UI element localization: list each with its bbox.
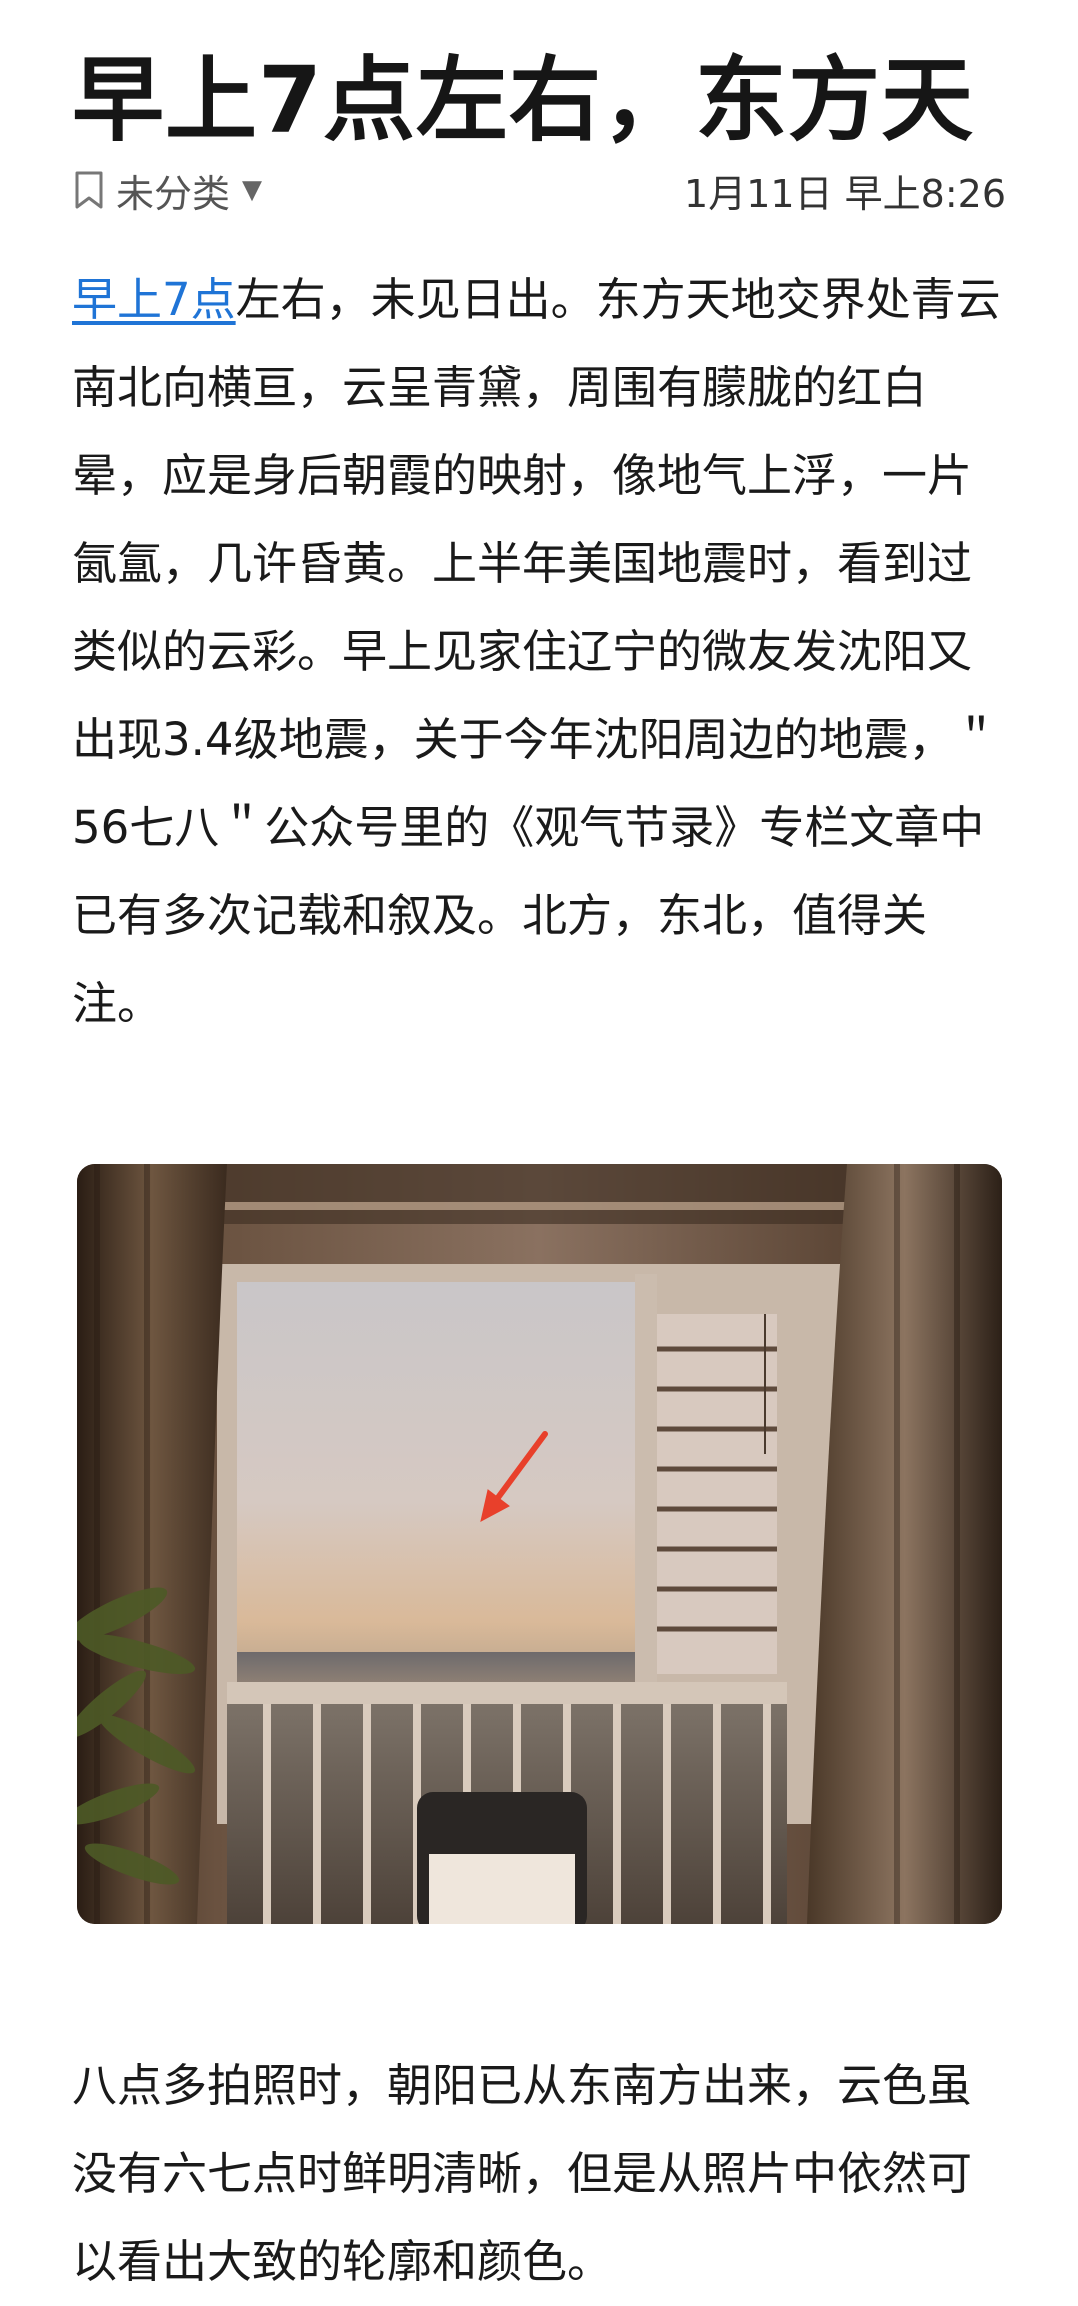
article-paragraph-2: 八点多拍照时，朝阳已从东南方出来，云色虽没有六七点时鲜明清晰，但是从照片中依然可…: [72, 2059, 973, 2288]
article-title: 早上7点左右，东方天: [72, 47, 975, 154]
article-paragraph-1: 早上7点左右，未见日出。东方天地交界处青云南北向横亘，云呈青黛，周围有朦胧的红白…: [72, 256, 1012, 1048]
category-label: 未分类: [116, 171, 231, 216]
paragraph-link[interactable]: 早上7点: [72, 273, 236, 326]
category-selector[interactable]: 未分类 ▼: [72, 163, 262, 218]
paragraph-1-text: 左右，未见日出。东方天地交界处青云南北向横亘，云呈青黛，周围有朦胧的红白晕，应是…: [72, 273, 1001, 1030]
bookmark-icon: [75, 171, 103, 209]
article-meta: 未分类 ▼ 1月11日 早上8:26: [72, 160, 1006, 220]
article-photo[interactable]: [77, 1164, 1002, 1924]
article-page: 早上7点左右，东方天 未分类 ▼ 1月11日 早上8:26 早上7点左右，未见日…: [0, 0, 1078, 2305]
window-scene-photo: [77, 1164, 1002, 1924]
article-date: 1月11日 早上8:26: [684, 171, 1006, 216]
caret-down-icon: ▼: [242, 175, 263, 205]
